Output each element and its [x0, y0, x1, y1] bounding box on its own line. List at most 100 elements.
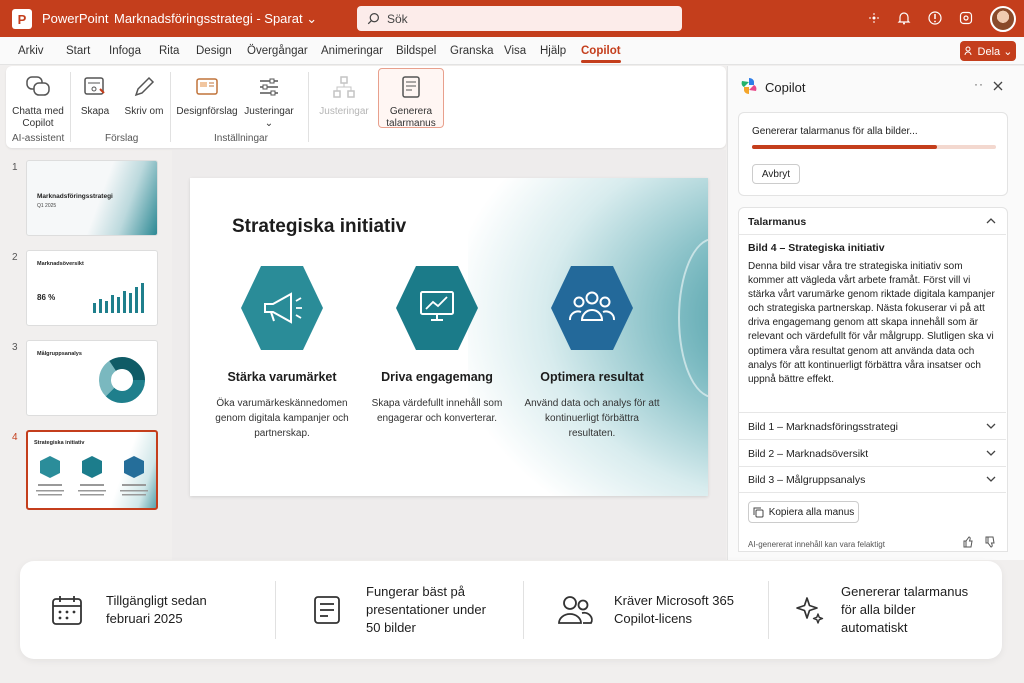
adjustments-dropdown[interactable]: Justeringar ⌄ [240, 74, 298, 130]
copilot-pane: Copilot ·· Genererar talarmanus för alla… [727, 66, 1024, 560]
tab-copilot[interactable]: Copilot [581, 45, 621, 63]
notes-icon [402, 76, 420, 98]
thumbs-up-icon[interactable] [962, 536, 974, 548]
feature-text: automatiskt [841, 620, 908, 635]
rewrite-label: Skriv om [124, 106, 164, 117]
initiative-description: Skapa värdefullt innehåll som engagerar … [371, 398, 503, 424]
share-label: Dela ⌄ [977, 45, 1013, 58]
thumbnail-value: 86 % [37, 293, 56, 302]
ai-disclaimer: AI-genererat innehåll kan vara felaktigt [748, 540, 885, 549]
close-icon[interactable] [993, 81, 1003, 91]
feature-best-for: Fungerar bäst på presentationer under 50 b… [310, 561, 486, 659]
people-icon [558, 596, 593, 624]
user-avatar[interactable] [990, 6, 1016, 32]
feature-license: Kräver Microsoft 365 Copilot-licens [556, 561, 734, 659]
calendar-icon [52, 596, 82, 625]
slide-thumbnails: 1 Marknadsföringsstrategi Q1 2025 2 Mark… [0, 150, 172, 560]
tab-granska[interactable]: Granska [450, 45, 493, 57]
thumbnail-title: Strategiska initiativ [34, 440, 85, 446]
initiative-title: Stärka varumärket [227, 370, 337, 384]
tab-arkiv[interactable]: Arkiv [18, 45, 44, 57]
notes-item-label: Bild 1 – Marknadsföringsstrategi [748, 421, 898, 433]
chevron-up-icon[interactable] [986, 216, 996, 226]
document-icon [314, 596, 340, 624]
thumbnail-subtitle: Q1 2025 [37, 203, 57, 209]
chat-copilot-label: Chatta med Copilot [12, 106, 64, 129]
progress-bar [752, 145, 996, 149]
search-box[interactable]: Sök [357, 6, 682, 31]
notes-item-label: Bild 2 – Marknadsöversikt [748, 448, 869, 460]
app-name: PowerPoint [42, 11, 109, 26]
powerpoint-logo-icon[interactable]: P [12, 9, 32, 29]
slide-title[interactable]: Strategiska initiativ [232, 216, 406, 238]
create-button[interactable]: Skapa [78, 74, 112, 118]
monitor-chart-icon [396, 266, 478, 350]
search-icon [367, 13, 379, 25]
bell-icon[interactable] [896, 10, 912, 26]
chat-bubbles-icon [26, 76, 50, 96]
feature-text: Copilot-licens [614, 611, 693, 626]
tab-overgangar[interactable]: Övergångar [247, 45, 308, 57]
thumbnail-number: 3 [12, 342, 18, 353]
adjustments-label: Justeringar ⌄ [244, 106, 294, 129]
divider [275, 581, 276, 639]
share-button[interactable]: Dela ⌄ [960, 41, 1016, 61]
search-placeholder: Sök [387, 11, 408, 26]
settings-icon[interactable] [958, 10, 974, 26]
create-label: Skapa [80, 106, 110, 117]
thumbnail-slide-3[interactable]: Målgruppsanalys [26, 340, 158, 416]
megaphone-icon [241, 266, 323, 350]
thumbnail-slide-4[interactable]: Strategiska initiativ [26, 430, 158, 510]
tab-start[interactable]: Start [66, 45, 90, 57]
tab-rita[interactable]: Rita [159, 45, 179, 57]
tab-hjalp[interactable]: Hjälp [540, 45, 566, 57]
chevron-down-icon[interactable] [986, 448, 996, 458]
tab-visa[interactable]: Visa [504, 45, 526, 57]
create-slide-icon [84, 77, 105, 95]
more-options-icon[interactable]: ·· [974, 77, 984, 91]
lightbulb-icon[interactable] [927, 10, 943, 26]
thumbnail-hexagons [36, 456, 148, 496]
group-ai-label: AI-assistent [12, 133, 65, 144]
chevron-down-icon[interactable] [986, 474, 996, 484]
thumbnail-donut-chart [99, 357, 145, 403]
copilot-logo-icon [741, 78, 757, 94]
hexagon-badge [239, 264, 325, 352]
feature-text: 50 bilder [366, 620, 416, 635]
cancel-label: Avbryt [761, 168, 791, 180]
cancel-button[interactable]: Avbryt [752, 164, 800, 184]
feature-auto-generate: Genererar talarmanus för alla bilder autom… [795, 561, 968, 659]
design-ideas-button[interactable]: Designförslag [176, 74, 238, 118]
current-slide-notes-text[interactable]: Denna bild visar våra tre strategiska in… [748, 260, 1000, 387]
thumbnail-slide-1[interactable]: Marknadsföringsstrategi Q1 2025 [26, 160, 158, 236]
tab-infoga[interactable]: Infoga [109, 45, 141, 57]
tab-design[interactable]: Design [196, 45, 232, 57]
feature-text: för alla bilder [841, 602, 916, 617]
initiative-title: Optimera resultat [540, 370, 644, 384]
tab-bildspel[interactable]: Bildspel [396, 45, 436, 57]
initiative-column-2[interactable]: Driva engagemang Skapa värdefullt innehå… [362, 264, 512, 426]
copy-all-scripts-button[interactable]: Kopiera alla manus [748, 501, 859, 523]
thumbnail-slide-2[interactable]: Marknadsöversikt 86 % [26, 250, 158, 326]
divider [523, 581, 524, 639]
copy-all-label: Kopiera alla manus [768, 506, 855, 518]
rewrite-button[interactable]: Skriv om [124, 74, 164, 118]
current-slide[interactable]: Strategiska initiativ Stärka varumärket … [190, 178, 708, 496]
divider [738, 492, 1006, 493]
tab-animeringar[interactable]: Animeringar [321, 45, 383, 57]
thumbs-down-icon[interactable] [984, 536, 996, 548]
hexagon-badge [549, 264, 635, 352]
document-name[interactable]: Marknadsföringsstrategi - Sparat ⌄ [114, 11, 317, 27]
notes-item-label: Bild 3 – Målgruppsanalys [748, 474, 866, 486]
chevron-down-icon[interactable] [986, 421, 996, 431]
divider [738, 466, 1006, 467]
group-suggestions-label: Förslag [105, 133, 139, 144]
feature-bar: Tillgängligt sedan februari 2025 Fungerar… [20, 561, 1002, 659]
feature-availability: Tillgängligt sedan februari 2025 [50, 561, 207, 659]
generate-speaker-notes-button[interactable]: Generera talarmanus [378, 68, 444, 129]
initiative-column-3[interactable]: Optimera resultat Använd data och analys… [517, 264, 667, 441]
mic-icon[interactable] [866, 10, 882, 26]
initiative-column-1[interactable]: Stärka varumärket Öka varumärkeskännedom… [207, 264, 357, 441]
chat-copilot-button[interactable]: Chatta med Copilot [10, 74, 66, 130]
share-icon [964, 46, 972, 56]
